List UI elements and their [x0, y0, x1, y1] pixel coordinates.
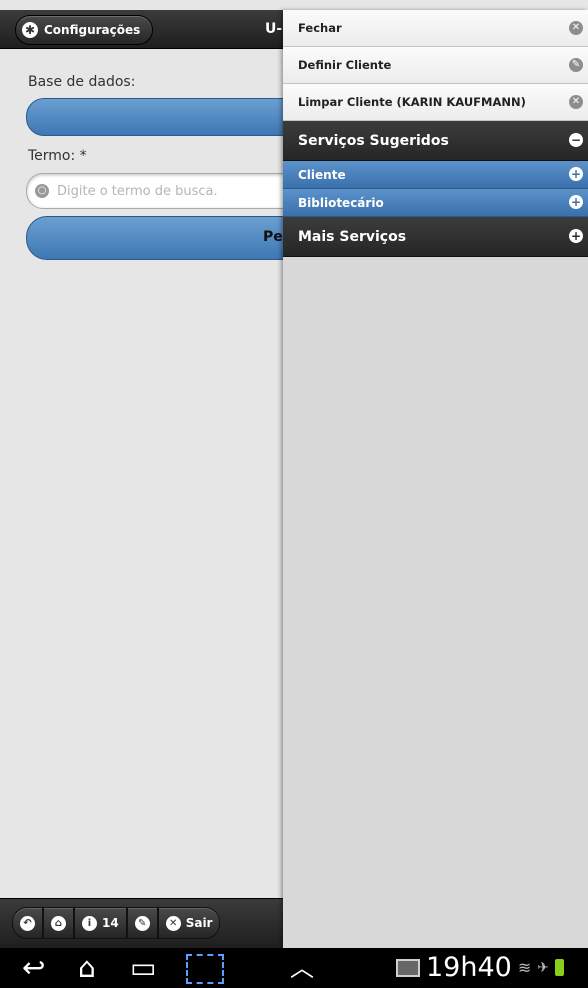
suggested-item-client[interactable]: Cliente + — [283, 161, 588, 189]
status-area: 19h40 ≋ ✈ — [396, 952, 564, 983]
edit-button[interactable]: ✎ — [126, 907, 158, 939]
settings-button-label: Configurações — [44, 23, 141, 37]
pencil-icon: ✎ — [134, 915, 150, 931]
home-icon: ⌂ — [51, 915, 66, 931]
pencil-icon: ✎ — [569, 58, 583, 72]
info-button[interactable]: i 14 — [74, 907, 127, 939]
airplane-icon: ✈ — [537, 959, 549, 976]
plus-icon: + — [569, 167, 583, 181]
section-header-more[interactable]: Mais Serviços + — [283, 217, 588, 257]
panel-item-clear-client[interactable]: Limpar Cliente (KARIN KAUFMANN) ✕ — [283, 84, 588, 121]
wifi-icon: ≋ — [517, 958, 532, 977]
gear-icon: ✱ — [22, 22, 38, 38]
settings-button[interactable]: ✱ Configurações — [15, 15, 154, 45]
page-title: U- — [265, 21, 283, 37]
plus-icon: + — [569, 195, 583, 209]
gallery-notification-icon — [396, 958, 420, 977]
search-icon: ○ — [35, 184, 49, 198]
exit-button-label: Sair — [185, 916, 213, 930]
section-header-label: Mais Serviços — [298, 228, 407, 245]
search-input[interactable] — [55, 182, 299, 200]
battery-icon — [554, 959, 564, 976]
section-header-suggested[interactable]: Serviços Sugeridos − — [283, 121, 588, 161]
home-nav-icon[interactable]: ⌂ — [78, 951, 96, 985]
panel-item-label: Definir Cliente — [298, 58, 392, 72]
panel-item-label: Limpar Cliente (KARIN KAUFMANN) — [298, 95, 526, 109]
clock: 19h40 — [426, 952, 512, 983]
suggested-item-label: Cliente — [298, 167, 346, 182]
screenshot-icon[interactable] — [186, 954, 224, 984]
search-button-label: Pe — [263, 229, 283, 245]
back-button[interactable]: ↶ — [12, 907, 43, 939]
info-icon: i — [82, 915, 97, 931]
back-arrow-icon: ↶ — [20, 915, 35, 931]
recent-apps-icon[interactable]: ▭ — [130, 951, 156, 985]
exit-button[interactable]: ✕ Sair — [157, 907, 221, 939]
term-label: Termo: * — [28, 148, 87, 164]
panel-item-close[interactable]: Fechar ✕ — [283, 10, 588, 47]
minus-icon: − — [569, 133, 583, 147]
suggested-item-librarian[interactable]: Bibliotecário + — [283, 189, 588, 217]
panel-item-label: Fechar — [298, 21, 342, 35]
home-button[interactable]: ⌂ — [43, 907, 74, 939]
close-circle-icon: ✕ — [569, 95, 583, 109]
back-nav-icon[interactable]: ↩ — [22, 951, 45, 985]
suggested-item-label: Bibliotecário — [298, 195, 384, 210]
side-panel: Fechar ✕ Definir Cliente ✎ Limpar Client… — [283, 10, 588, 948]
section-header-label: Serviços Sugeridos — [298, 132, 449, 149]
footer-button-group: ↶ ⌂ i 14 ✎ ✕ Sair — [12, 907, 221, 939]
close-icon: ✕ — [165, 915, 181, 931]
close-circle-icon: ✕ — [569, 21, 583, 35]
info-badge-count: 14 — [102, 916, 119, 930]
database-label: Base de dados: — [28, 74, 136, 90]
plus-icon: + — [569, 229, 583, 243]
panel-item-define-client[interactable]: Definir Cliente ✎ — [283, 47, 588, 84]
chevron-up-icon[interactable]: ︿ — [290, 951, 314, 985]
system-bar: ↩ ⌂ ▭ ︿ 19h40 ≋ ✈ — [0, 948, 588, 988]
